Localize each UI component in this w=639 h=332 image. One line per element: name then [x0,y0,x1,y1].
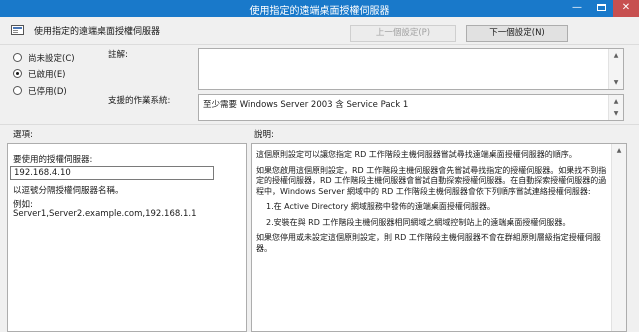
close-button[interactable]: ✕ [613,0,639,17]
help-heading: 說明: [254,130,274,140]
radio-enabled[interactable]: 已啟用(E) [13,68,113,80]
help-scrollbar[interactable]: ▲ [611,144,626,331]
radio-label: 已啟用(E) [28,70,66,80]
radio-disabled[interactable]: 已停用(D) [13,85,113,97]
example-value: Server1,Server2.example.com,192.168.1.1 [13,209,197,219]
radio-selected-icon [13,69,22,78]
scroll-down-icon[interactable]: ▼ [609,76,623,89]
radio-icon [13,86,22,95]
title-bar: 使用指定的遠端桌面授權伺服器 — ✕ [0,0,639,17]
help-paragraph: 這個原則設定可以讓您指定 RD 工作階段主機伺服器嘗試尋找遠端桌面授權伺服器的順… [256,150,577,159]
radio-icon [13,53,22,62]
license-server-input[interactable] [10,166,214,180]
supported-value: 至少需要 Windows Server 2003 含 Service Pack … [203,100,409,110]
comment-scrollbar[interactable]: ▲ ▼ [608,49,623,89]
help-text: 這個原則設定可以讓您指定 RD 工作階段主機伺服器嘗試尋找遠端桌面授權伺服器的順… [256,150,611,259]
radio-label: 已停用(D) [28,87,67,97]
header-divider [0,44,639,45]
scroll-up-icon[interactable]: ▲ [612,144,626,157]
radio-not-configured[interactable]: 尚未設定(C) [13,52,113,64]
radio-label: 尚未設定(C) [28,54,75,64]
help-paragraph: 2.安裝在與 RD 工作階段主機伺服器相同網域之網域控制站上的遠端桌面授權伺服器… [266,217,571,227]
window-title: 使用指定的遠端桌面授權伺服器 [249,6,390,17]
help-paragraph: 如果您啟用這個原則設定，RD 工作階段主機伺服器會先嘗試尋找指定的授權伺服器。如… [256,165,607,196]
help-paragraph: 1.在 Active Directory 網域服務中發佈的遠端桌面授權伺服器。 [266,202,495,211]
comment-textarea[interactable]: ▲ ▼ [198,48,624,90]
previous-setting-button[interactable]: 上一個設定(P) [350,25,456,42]
section-divider [0,124,639,125]
supported-box: 至少需要 Windows Server 2003 含 Service Pack … [198,94,624,121]
policy-setting-icon [11,25,24,35]
comment-label: 註解: [108,50,128,60]
scroll-down-icon[interactable]: ▼ [609,107,623,120]
help-paragraph: 如果您停用或未設定這個原則設定，則 RD 工作階段主機伺服器不會在群組原則層級指… [256,233,601,253]
separator-hint: 以逗號分隔授權伺服器名稱。 [13,186,124,196]
maximize-button[interactable] [589,0,613,17]
policy-title: 使用指定的遠端桌面授權伺服器 [34,27,161,37]
options-heading: 選項: [13,130,33,140]
scroll-up-icon[interactable]: ▲ [609,49,623,62]
maximize-icon [596,3,606,11]
supported-label: 支援的作業系統: [108,96,171,106]
license-server-label: 要使用的授權伺服器: [13,155,93,165]
minimize-button[interactable]: — [565,0,589,17]
next-setting-button[interactable]: 下一個設定(N) [466,25,568,42]
supported-scrollbar[interactable]: ▲ ▼ [608,95,623,120]
